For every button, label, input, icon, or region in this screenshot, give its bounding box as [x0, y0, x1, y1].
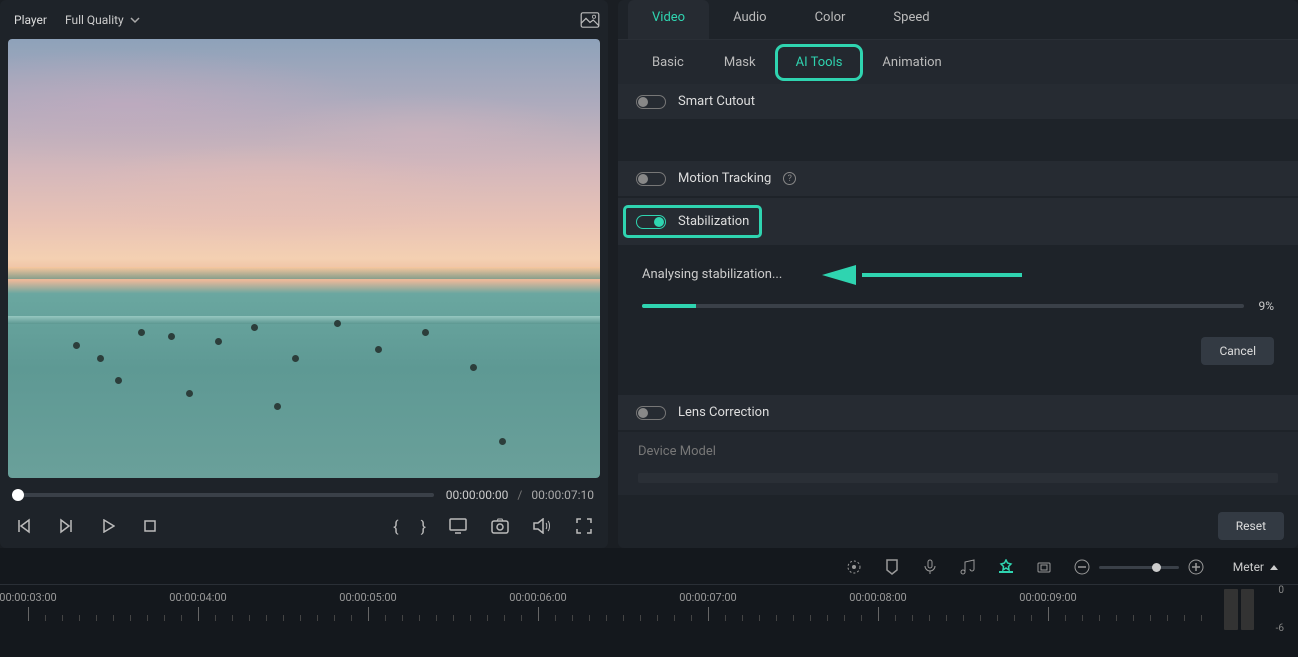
tab-color[interactable]: Color: [791, 0, 870, 39]
motion-tracking-toggle[interactable]: [636, 172, 666, 186]
image-icon[interactable]: [580, 12, 600, 28]
stop-button[interactable]: [140, 516, 160, 536]
mark-out-button[interactable]: }: [421, 517, 426, 536]
subtab-ai-tools[interactable]: AI Tools: [780, 49, 859, 76]
subtab-basic[interactable]: Basic: [636, 49, 700, 76]
ruler-label: 00:00:07:00: [679, 591, 736, 604]
step-forward-button[interactable]: [56, 516, 76, 536]
smart-cutout-row: Smart Cutout: [618, 84, 1298, 119]
lens-correction-row: Lens Correction: [618, 395, 1298, 430]
stabilization-row: Stabilization: [618, 198, 1298, 245]
ruler-label: 00:00:09:00: [1019, 591, 1076, 604]
mark-in-button[interactable]: {: [393, 517, 398, 536]
ruler-label: 00:00:03:00: [0, 591, 57, 604]
crop-icon[interactable]: [1035, 558, 1053, 576]
quality-value: Full Quality: [65, 13, 124, 27]
cancel-button[interactable]: Cancel: [1201, 337, 1274, 365]
fullscreen-button[interactable]: [574, 516, 594, 536]
display-button[interactable]: [448, 516, 468, 536]
timecode-current: 00:00:00:00: [446, 488, 509, 502]
lens-correction-toggle[interactable]: [636, 406, 666, 420]
step-back-button[interactable]: [14, 516, 34, 536]
zoom-in-button[interactable]: [1187, 558, 1205, 576]
device-model-row: Device Model: [618, 432, 1298, 495]
video-preview[interactable]: [8, 39, 600, 478]
timeline-panel: Meter 0 -6 00:00:03:00 00:00:04:00 00:00:0…: [0, 548, 1298, 657]
zoom-slider[interactable]: [1099, 566, 1179, 569]
reset-button[interactable]: Reset: [1218, 512, 1284, 540]
auto-icon[interactable]: [997, 558, 1015, 576]
subtab-mask[interactable]: Mask: [708, 49, 772, 76]
ruler-label: 00:00:08:00: [849, 591, 906, 604]
volume-button[interactable]: [532, 516, 552, 536]
tab-audio[interactable]: Audio: [709, 0, 790, 39]
timecode: 00:00:00:00 / 00:00:07:10: [446, 488, 594, 502]
subtab-animation[interactable]: Animation: [866, 49, 957, 76]
progress-percent: 9%: [1258, 299, 1274, 313]
analyze-section: Analysing stabilization... 9% Cancel: [618, 247, 1298, 375]
music-icon[interactable]: [959, 558, 977, 576]
player-label: Player: [14, 13, 47, 27]
meter-button[interactable]: Meter: [1233, 560, 1278, 574]
properties-panel: Video Audio Color Speed Basic Mask AI To…: [618, 0, 1298, 548]
marker-icon[interactable]: [883, 558, 901, 576]
tab-video[interactable]: Video: [628, 0, 709, 39]
ruler-label: 00:00:04:00: [169, 591, 226, 604]
play-button[interactable]: [98, 516, 118, 536]
player-panel: Player Full Quality 00:00:00:00 / 00:00:…: [0, 0, 608, 548]
analyze-status: Analysing stabilization...: [642, 267, 782, 282]
ruler-label: 00:00:05:00: [339, 591, 396, 604]
snapshot-button[interactable]: [490, 516, 510, 536]
progress-bar: [642, 304, 1244, 308]
triangle-up-icon: [1270, 565, 1278, 570]
smart-cutout-label: Smart Cutout: [678, 94, 755, 109]
render-icon[interactable]: [845, 558, 863, 576]
arrow-annotation: [822, 265, 1022, 283]
lens-correction-label: Lens Correction: [678, 405, 769, 420]
audio-meter: 0 -6: [1224, 585, 1284, 634]
mic-icon[interactable]: [921, 558, 939, 576]
zoom-out-button[interactable]: [1073, 558, 1091, 576]
quality-select[interactable]: Full Quality: [65, 13, 140, 27]
timeline-ruler[interactable]: 0 -6 00:00:03:00 00:00:04:00 00:00:05:00 00…: [0, 584, 1298, 634]
timecode-duration: 00:00:07:10: [531, 488, 594, 502]
ruler-label: 00:00:06:00: [509, 591, 566, 604]
motion-tracking-row: Motion Tracking ?: [618, 161, 1298, 196]
chevron-down-icon: [130, 15, 140, 25]
scrub-thumb[interactable]: [12, 489, 24, 501]
device-model-label: Device Model: [638, 444, 1278, 459]
help-icon[interactable]: ?: [783, 172, 796, 185]
stabilization-toggle[interactable]: [636, 215, 666, 229]
smart-cutout-toggle[interactable]: [636, 95, 666, 109]
stabilization-label: Stabilization: [678, 214, 749, 229]
motion-tracking-label: Motion Tracking: [678, 171, 771, 186]
tab-speed[interactable]: Speed: [869, 0, 953, 39]
scrub-bar[interactable]: [14, 493, 434, 497]
